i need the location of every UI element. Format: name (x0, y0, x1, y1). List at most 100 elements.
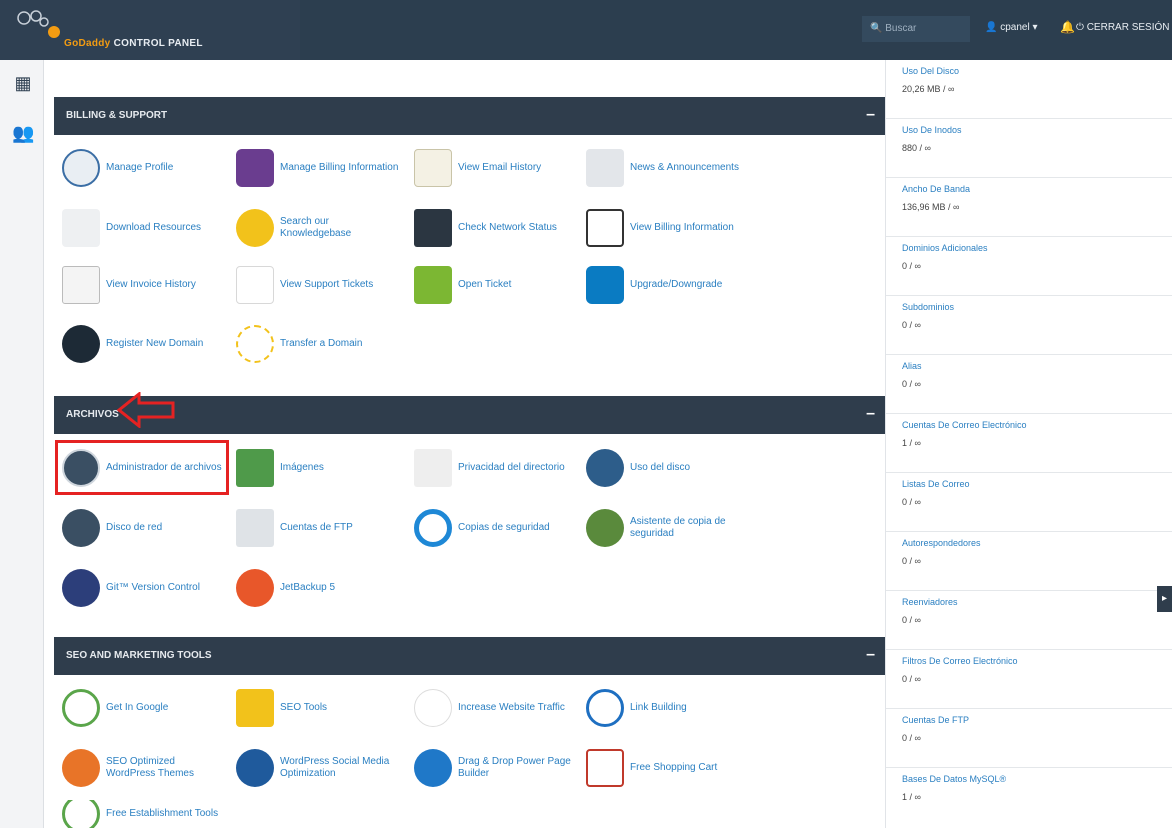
stat-name[interactable]: Subdominios (902, 302, 954, 312)
collapse-icon[interactable]: – (866, 646, 875, 664)
logo-area[interactable]: GoDaddy CONTROL PANEL (0, 0, 300, 60)
tool-register-domain[interactable]: Register New Domain (62, 322, 226, 366)
tool-link-building[interactable]: Link Building (586, 686, 750, 730)
tool-establishment[interactable]: Free Establishment Tools (62, 800, 226, 828)
stat-row: Filtros De Correo Electrónico 0 / ∞ (886, 650, 1172, 709)
tool-disk-usage[interactable]: Uso del disco (586, 446, 750, 490)
wp-social-icon (236, 749, 274, 787)
page-builder-icon (414, 749, 452, 787)
invoice-icon (62, 266, 100, 304)
tool-directory-privacy[interactable]: Privacidad del directorio (414, 446, 578, 490)
stat-name[interactable]: Uso De Inodos (902, 125, 962, 135)
section-header-billing[interactable]: BILLING & SUPPORT – (54, 97, 889, 135)
stat-value: 1 / ∞ (902, 792, 921, 802)
tool-support-tickets[interactable]: View Support Tickets (236, 263, 400, 307)
stat-value: 0 / ∞ (902, 556, 921, 566)
user-icon: 👤 (985, 22, 998, 33)
tool-shopping-cart[interactable]: Free Shopping Cart (586, 746, 750, 790)
search-input[interactable]: 🔍 Buscar (862, 16, 970, 42)
tool-manage-billing[interactable]: Manage Billing Information (236, 146, 400, 190)
tool-invoice-history[interactable]: View Invoice History (62, 263, 226, 307)
collapse-icon[interactable]: – (866, 405, 875, 423)
traffic-icon (414, 689, 452, 727)
stat-name[interactable]: Bases De Datos MySQL® (902, 774, 1006, 784)
side-panel-toggle-icon[interactable]: ▸ (1157, 586, 1172, 612)
stat-name[interactable]: Cuentas De Correo Electrónico (902, 420, 1027, 430)
tool-open-ticket[interactable]: Open Ticket (414, 263, 578, 307)
tool-seo-tools[interactable]: SEO Tools (236, 686, 400, 730)
tool-web-disk[interactable]: Disco de red (62, 506, 226, 550)
tool-git[interactable]: Git™ Version Control (62, 566, 226, 610)
tool-label: Imágenes (280, 462, 324, 473)
tool-download-resources[interactable]: Download Resources (62, 206, 226, 250)
stats-panel: Uso Del Disco 20,26 MB / ∞ Uso De Inodos… (885, 60, 1172, 828)
stat-name[interactable]: Dominios Adicionales (902, 243, 988, 253)
stat-name[interactable]: Reenviadores (902, 597, 958, 607)
tool-label: Transfer a Domain (280, 338, 363, 349)
tool-label: WordPress Social Media Optimization (280, 756, 390, 779)
stat-value: 0 / ∞ (902, 674, 921, 684)
megaphone-icon (586, 149, 624, 187)
stat-name[interactable]: Listas De Correo (902, 479, 970, 489)
stat-row: Cuentas De Correo Electrónico 1 / ∞ (886, 414, 1172, 473)
collapse-icon[interactable]: – (866, 106, 875, 124)
stat-row: Uso Del Disco 20,26 MB / ∞ (886, 60, 1172, 119)
tool-wp-social[interactable]: WordPress Social Media Optimization (236, 746, 400, 790)
users-icon[interactable]: 👥 (12, 122, 34, 144)
tool-backup-wizard[interactable]: Asistente de copia de seguridad (586, 506, 750, 550)
tool-news[interactable]: News & Announcements (586, 146, 750, 190)
section-header-seo[interactable]: SEO AND MARKETING TOOLS – (54, 637, 889, 675)
directory-privacy-icon (414, 449, 452, 487)
tool-network-status[interactable]: Check Network Status (414, 206, 578, 250)
tool-label: Privacidad del directorio (458, 462, 565, 473)
tool-billing-info[interactable]: View Billing Information (586, 206, 750, 250)
tool-jetbackup[interactable]: JetBackup 5 (236, 566, 400, 610)
stat-name[interactable]: Autorespondedores (902, 538, 981, 548)
tool-get-in-google[interactable]: Get In Google (62, 686, 226, 730)
stat-row: Listas De Correo 0 / ∞ (886, 473, 1172, 532)
tool-manage-profile[interactable]: Manage Profile (62, 146, 226, 190)
brand-logo-icon (17, 10, 60, 38)
stat-name[interactable]: Filtros De Correo Electrónico (902, 656, 1018, 666)
profile-icon (62, 149, 100, 187)
tool-file-manager[interactable]: Administrador de archivos (62, 446, 226, 490)
tool-page-builder[interactable]: Drag & Drop Power Page Builder (414, 746, 578, 790)
tool-transfer-domain[interactable]: Transfer a Domain (236, 322, 400, 366)
open-ticket-icon (414, 266, 452, 304)
transfer-domain-icon (236, 325, 274, 363)
tool-email-history[interactable]: View Email History (414, 146, 578, 190)
tool-upgrade[interactable]: Upgrade/Downgrade (586, 263, 750, 307)
tool-backup[interactable]: Copias de seguridad (414, 506, 578, 550)
support-tickets-icon (236, 266, 274, 304)
stat-value: 0 / ∞ (902, 379, 921, 389)
stat-name[interactable]: Uso Del Disco (902, 66, 959, 76)
file-manager-icon (62, 449, 100, 487)
stat-row: Cuentas De FTP 0 / ∞ (886, 709, 1172, 768)
logout-button[interactable]: ⏻ CERRAR SESIÓN (1076, 22, 1170, 33)
tool-ftp[interactable]: Cuentas de FTP (236, 506, 400, 550)
disk-usage-icon (586, 449, 624, 487)
arrow-left-icon (117, 392, 175, 428)
tool-website-traffic[interactable]: Increase Website Traffic (414, 686, 578, 730)
tool-wp-themes[interactable]: SEO Optimized WordPress Themes (62, 746, 226, 790)
stat-name[interactable]: Alias (902, 361, 922, 371)
tool-label: Uso del disco (630, 462, 691, 473)
tool-label: Copias de seguridad (458, 522, 550, 533)
tool-label: Manage Billing Information (280, 162, 399, 173)
bell-icon[interactable]: 🔔 (1060, 20, 1075, 34)
credit-card-icon (236, 149, 274, 187)
stat-value: 0 / ∞ (902, 615, 921, 625)
stat-row: Autorespondedores 0 / ∞ (886, 532, 1172, 591)
user-menu[interactable]: 👤 cpanel ▾ (985, 22, 1038, 33)
web-disk-icon (62, 509, 100, 547)
tool-label: Open Ticket (458, 279, 512, 290)
stat-name[interactable]: Ancho De Banda (902, 184, 970, 194)
stat-row: Subdominios 0 / ∞ (886, 296, 1172, 355)
section-header-archivos[interactable]: ARCHIVOS – (54, 396, 889, 434)
tool-images[interactable]: Imágenes (236, 446, 400, 490)
tool-knowledgebase[interactable]: Search our Knowledgebase (236, 206, 400, 250)
left-rail: ▦ 👥 (0, 60, 44, 828)
stat-name[interactable]: Cuentas De FTP (902, 715, 969, 725)
backup-wizard-icon (586, 509, 624, 547)
apps-grid-icon[interactable]: ▦ (12, 72, 34, 94)
